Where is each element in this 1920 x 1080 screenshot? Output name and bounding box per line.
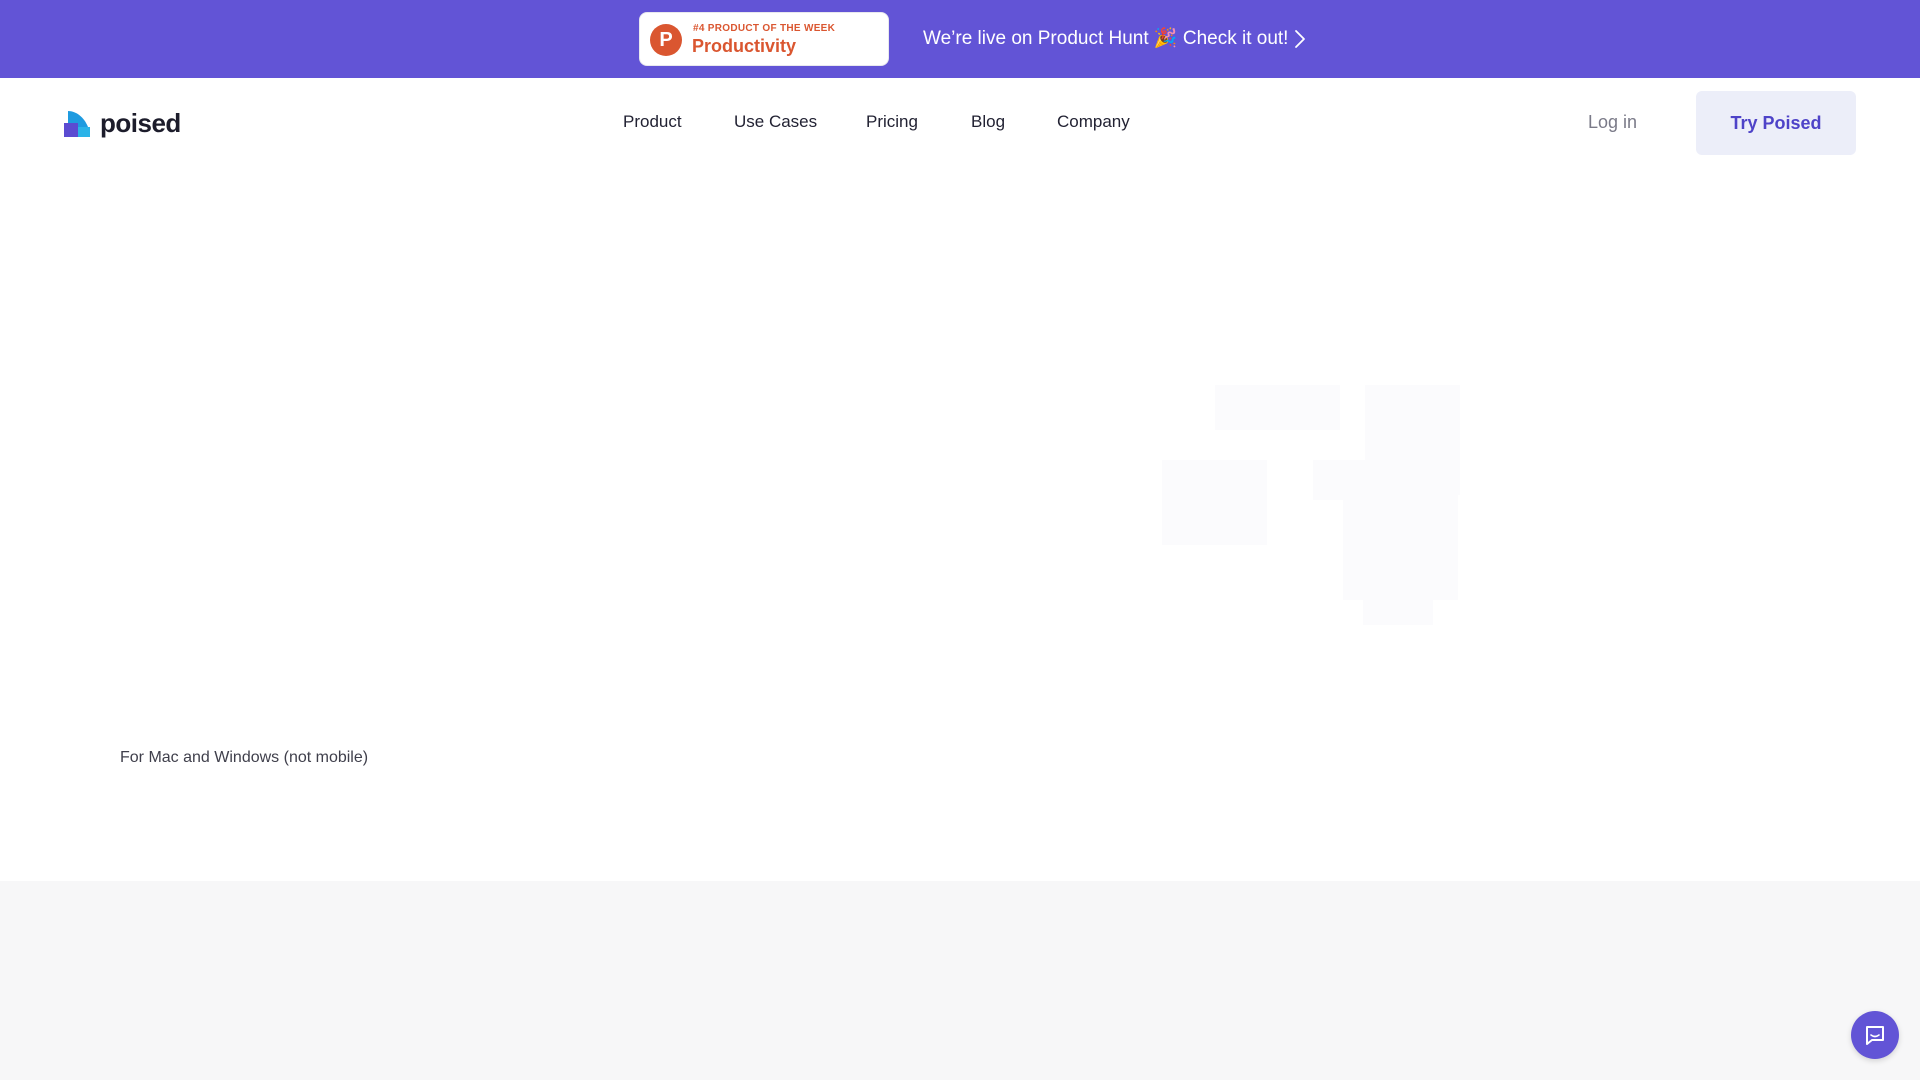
announcement-bar[interactable]: P #4 PRODUCT OF THE WEEK Productivity We… (0, 0, 1920, 78)
logo-wordmark: poised (100, 107, 181, 138)
badge-title: Productivity (692, 36, 797, 56)
nav-product[interactable]: Product (623, 110, 682, 134)
poised-logo[interactable]: poised (62, 108, 181, 138)
platform-note: For Mac and Windows (not mobile) (120, 749, 369, 766)
announcement-text[interactable]: We’re live on Product Hunt 🎉 Check it ou… (923, 26, 1288, 52)
try-poised-button[interactable]: Try Poised (1696, 91, 1856, 155)
product-hunt-badge[interactable]: P #4 PRODUCT OF THE WEEK Productivity (639, 12, 889, 66)
try-poised-label: Try Poised (1730, 112, 1822, 133)
nav-blog[interactable]: Blog (971, 110, 1005, 134)
hero-illustration (1162, 385, 1460, 625)
chevron-right-icon[interactable] (1286, 24, 1314, 54)
poised-logo-icon (64, 111, 90, 137)
login-link[interactable]: Log in (1588, 110, 1637, 134)
product-hunt-logo-icon: P (650, 24, 682, 56)
nav-use-cases[interactable]: Use Cases (734, 110, 817, 134)
lower-section (0, 881, 1920, 1080)
chat-bubble-icon (1866, 1026, 1884, 1045)
nav-pricing[interactable]: Pricing (866, 110, 918, 134)
badge-kicker: #4 PRODUCT OF THE WEEK (693, 23, 836, 34)
nav-company[interactable]: Company (1057, 110, 1130, 134)
chat-launcher-button[interactable] (1851, 1011, 1899, 1059)
